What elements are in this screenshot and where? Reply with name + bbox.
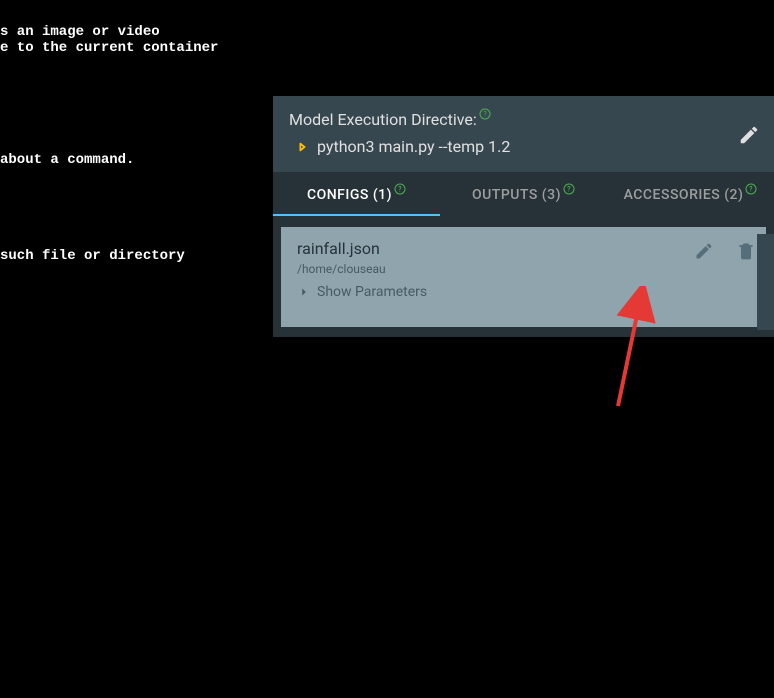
help-icon[interactable]: ? <box>745 183 757 195</box>
help-icon[interactable]: ? <box>563 183 575 195</box>
edit-config-button[interactable] <box>694 241 714 264</box>
svg-text:?: ? <box>750 186 754 194</box>
tab-accessories[interactable]: ACCESSORIES (2) ? <box>607 172 774 216</box>
trash-icon <box>736 241 756 261</box>
config-filename: rainfall.json <box>297 239 752 258</box>
terminal-output: s an image or video e to the current con… <box>0 0 260 698</box>
configs-list: rainfall.json /home/clouseau Show Parame… <box>273 217 774 337</box>
help-icon[interactable]: ? <box>479 108 491 120</box>
tabs: CONFIGS (1) ? OUTPUTS (3) ? ACCESSORIES … <box>273 172 774 217</box>
svg-text:?: ? <box>567 186 571 194</box>
directive-label-text: Model Execution Directive: <box>289 110 477 129</box>
directive-box: Model Execution Directive: ? python3 mai… <box>273 96 774 172</box>
edit-directive-button[interactable] <box>738 124 760 150</box>
pencil-icon <box>694 241 714 261</box>
terminal-line: such file or directory <box>0 247 185 265</box>
help-icon[interactable]: ? <box>394 183 406 195</box>
tab-label: ACCESSORIES (2) <box>624 187 744 203</box>
config-card-actions <box>694 241 756 264</box>
terminal-line: e to the current container <box>0 39 218 57</box>
svg-text:?: ? <box>398 186 402 194</box>
command-text: python3 main.py --temp 1.2 <box>317 137 510 156</box>
tab-outputs[interactable]: OUTPUTS (3) ? <box>440 172 607 216</box>
side-panel: Model Execution Directive: ? python3 mai… <box>273 96 774 337</box>
command-row: python3 main.py --temp 1.2 <box>289 137 756 156</box>
tab-label: OUTPUTS (3) <box>472 187 561 203</box>
directive-label: Model Execution Directive: ? <box>289 110 491 129</box>
panel-gutter <box>757 234 774 330</box>
chevron-right-icon <box>297 142 307 152</box>
tab-configs[interactable]: CONFIGS (1) ? <box>273 172 440 216</box>
delete-config-button[interactable] <box>736 241 756 264</box>
show-parameters-label: Show Parameters <box>317 284 427 300</box>
show-parameters-toggle[interactable]: Show Parameters <box>297 284 752 300</box>
svg-text:?: ? <box>483 110 487 118</box>
terminal-line: about a command. <box>0 151 134 169</box>
tab-label: CONFIGS (1) <box>307 187 392 203</box>
config-path: /home/clouseau <box>297 262 752 276</box>
chevron-right-icon <box>297 285 311 299</box>
config-card: rainfall.json /home/clouseau Show Parame… <box>281 227 766 327</box>
